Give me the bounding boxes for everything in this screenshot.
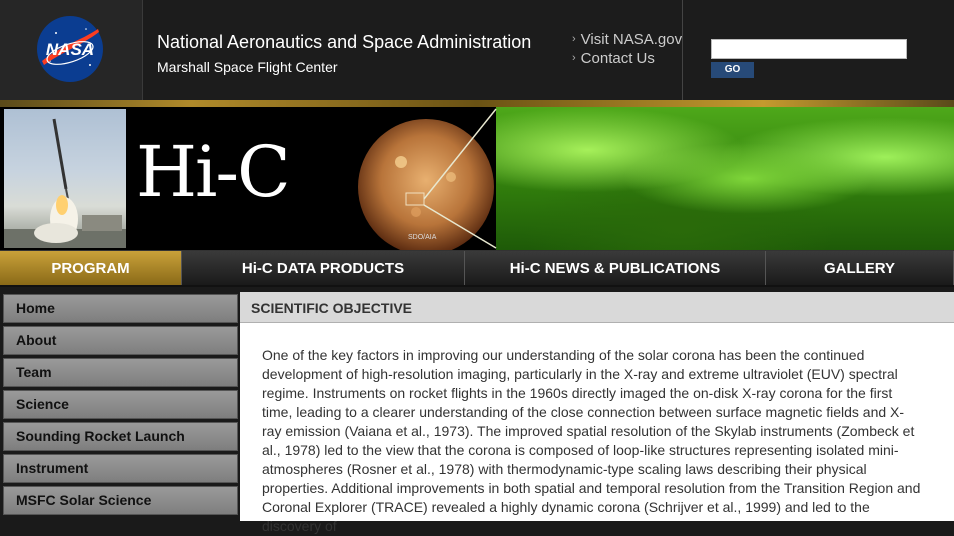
logo-cell: NASA	[0, 0, 143, 100]
gold-divider	[0, 100, 954, 107]
sidebar-item-msfc-solar-science[interactable]: MSFC Solar Science	[3, 486, 238, 515]
tab-data-products[interactable]: Hi-C DATA PRODUCTS	[182, 251, 465, 285]
search-go-button[interactable]: GO	[711, 62, 754, 78]
sidebar-item-sounding-rocket-launch[interactable]: Sounding Rocket Launch	[3, 422, 238, 451]
svg-text:NASA: NASA	[46, 40, 94, 59]
sidebar-item-team[interactable]: Team	[3, 358, 238, 387]
section-header: SCIENTIFIC OBJECTIVE	[240, 292, 954, 323]
chevron-right-icon: ›	[572, 33, 576, 45]
sidebar-item-instrument[interactable]: Instrument	[3, 454, 238, 483]
agency-name: National Aeronautics and Space Administr…	[157, 32, 532, 52]
hic-euv-image	[496, 107, 954, 250]
sidebar: Home About Team Science Sounding Rocket …	[0, 292, 240, 521]
main-nav: PROGRAM Hi-C DATA PRODUCTS Hi-C NEWS & P…	[0, 250, 954, 287]
site-header: NASA National Aeronautics and Space Admi…	[0, 0, 954, 100]
external-links: › Visit NASA.gov › Contact Us	[572, 30, 682, 68]
nasa-logo[interactable]: NASA	[36, 15, 104, 83]
tab-gallery[interactable]: GALLERY	[766, 251, 954, 285]
hero-banner: Hi-C SDO/AIA	[0, 107, 954, 250]
tab-news-publications[interactable]: Hi-C NEWS & PUBLICATIONS	[465, 251, 766, 285]
contact-us-link[interactable]: › Contact Us	[572, 49, 682, 68]
center-name: Marshall Space Flight Center	[157, 59, 338, 75]
tab-program[interactable]: PROGRAM	[0, 251, 182, 285]
body-text: One of the key factors in improving our …	[262, 347, 921, 534]
sidebar-item-science[interactable]: Science	[3, 390, 238, 419]
section-title: SCIENTIFIC OBJECTIVE	[251, 300, 413, 316]
chevron-right-icon: ›	[572, 52, 576, 64]
hic-logo: Hi-C	[136, 131, 291, 213]
sidebar-item-home[interactable]: Home	[3, 294, 238, 323]
sun-image	[358, 119, 494, 250]
header-divider	[682, 0, 683, 100]
search-input[interactable]	[711, 39, 907, 59]
sdo-aia-label: SDO/AIA	[408, 234, 437, 241]
visit-nasa-link[interactable]: › Visit NASA.gov	[572, 30, 682, 49]
sidebar-item-about[interactable]: About	[3, 326, 238, 355]
rocket-launch-photo	[4, 109, 126, 248]
main-content: SCIENTIFIC OBJECTIVE One of the key fact…	[240, 292, 954, 534]
